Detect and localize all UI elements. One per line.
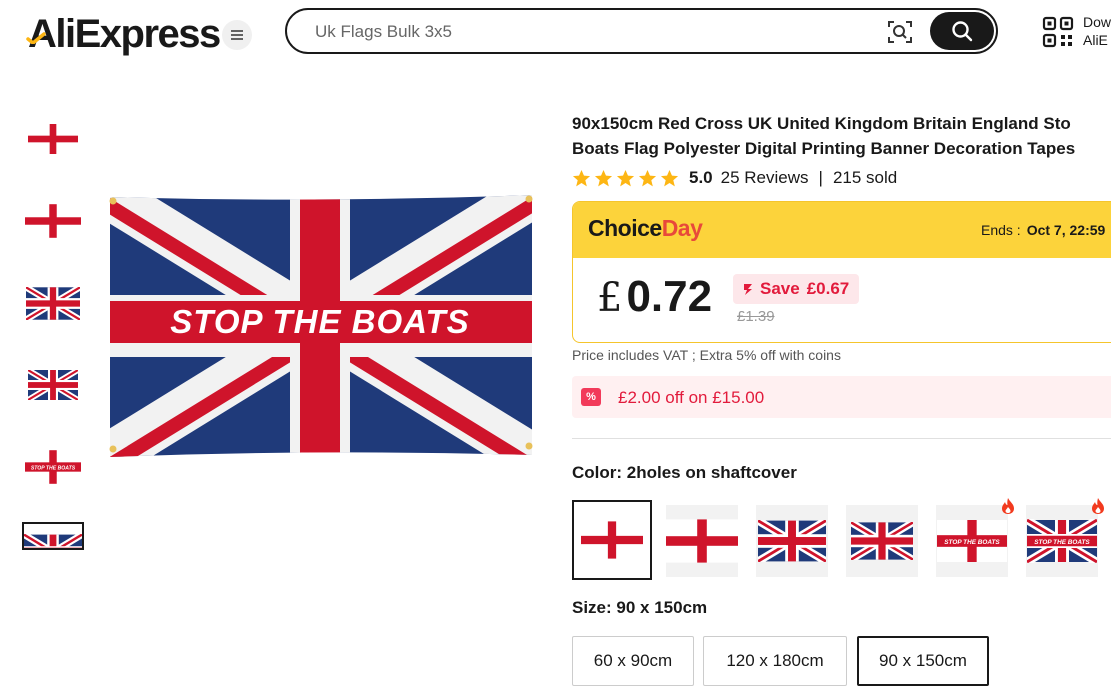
star-rating xyxy=(572,169,679,188)
sale-end-time: Ends : Oct 7, 22:59 xyxy=(981,222,1105,238)
ends-value: Oct 7, 22:59 xyxy=(1026,222,1106,238)
thumbnail-6-selected[interactable] xyxy=(22,522,84,550)
stop-the-boats-england-flag-icon xyxy=(937,520,1007,562)
title-line-2: Boats Flag Polyester Digital Printing Ba… xyxy=(572,139,1076,158)
coupon-icon: % xyxy=(581,388,601,406)
save-label: Save xyxy=(760,279,800,298)
camera-scan-icon xyxy=(888,21,912,43)
england-flag-icon xyxy=(25,204,81,238)
coupon-text: £2.00 off on £15.00 xyxy=(618,388,765,407)
currency-symbol: £ xyxy=(597,275,623,321)
logo-text: AliExpress xyxy=(28,12,221,56)
search-icon xyxy=(952,21,973,42)
vat-note: Price includes VAT ; Extra 5% off with c… xyxy=(572,347,841,363)
england-flag-icon xyxy=(666,519,738,563)
hot-fire-icon xyxy=(1090,497,1106,515)
down-arrow-icon xyxy=(744,284,752,295)
choice-logo-day: Day xyxy=(661,215,703,241)
rating-value: 5.0 xyxy=(689,168,713,187)
divider xyxy=(572,438,1111,439)
original-price: £1.39 xyxy=(737,308,775,325)
save-amount: £0.67 xyxy=(806,279,850,298)
star-icon xyxy=(660,169,679,188)
stop-the-boats-union-jack-icon xyxy=(24,534,82,550)
color-option-stop-boats-england[interactable] xyxy=(936,505,1008,577)
choice-logo-choice: Choice xyxy=(588,215,662,241)
stop-the-boats-england-flag-icon xyxy=(25,450,81,484)
union-jack-icon xyxy=(28,370,78,400)
star-icon xyxy=(616,169,635,188)
choice-day-logo: ChoiceDay xyxy=(588,215,703,242)
image-search-button[interactable] xyxy=(887,19,913,45)
coupon-banner[interactable]: % £2.00 off on £15.00 xyxy=(572,376,1111,418)
hamburger-icon xyxy=(231,30,243,40)
product-title: 90x150cm Red Cross UK United Kingdom Bri… xyxy=(572,111,1111,161)
download-text-line2: AliE xyxy=(1083,32,1108,48)
union-jack-icon xyxy=(851,522,913,560)
menu-button[interactable] xyxy=(222,20,252,50)
qr-code-icon[interactable] xyxy=(1042,16,1074,48)
color-label: Color: 2holes on shaftcover xyxy=(572,463,797,482)
star-icon xyxy=(572,169,591,188)
color-option-england-selected[interactable] xyxy=(572,500,652,580)
search-input[interactable] xyxy=(315,20,855,44)
union-jack-icon xyxy=(758,520,826,562)
choice-day-price-box: ChoiceDay Ends : Oct 7, 22:59 £0.72 Save … xyxy=(572,201,1111,343)
separator: | xyxy=(818,168,823,187)
ends-label: Ends : xyxy=(981,222,1021,238)
union-jack-icon xyxy=(26,287,80,320)
title-line-1: 90x150cm Red Cross UK United Kingdom Bri… xyxy=(572,114,1071,133)
size-option-120x180[interactable]: 120 x 180cm xyxy=(703,636,847,686)
logo-check-icon xyxy=(26,32,46,44)
rating-row: 5.0 25 Reviews | 215 sold xyxy=(572,167,897,189)
thumbnail-4[interactable] xyxy=(22,354,84,416)
stop-the-boats-union-jack-icon xyxy=(1027,519,1097,563)
download-app-link[interactable]: Dow AliE xyxy=(1083,13,1111,49)
color-option-england[interactable] xyxy=(666,505,738,577)
size-label: Size: 90 x 150cm xyxy=(572,598,708,617)
color-option-stop-boats-union-jack[interactable] xyxy=(1026,505,1098,577)
search-bar xyxy=(285,8,998,54)
color-option-union-jack-2[interactable] xyxy=(846,505,918,577)
main-product-image[interactable]: STOP THE BOATS xyxy=(104,193,536,459)
england-flag-icon xyxy=(581,521,643,559)
color-option-union-jack[interactable] xyxy=(756,505,828,577)
sold-count: 215 sold xyxy=(832,168,898,187)
star-icon xyxy=(638,169,657,188)
aliexpress-logo[interactable]: AliExpress xyxy=(26,12,221,57)
price-value: 0.72 xyxy=(626,272,713,321)
save-badge: Save £0.67 xyxy=(733,274,860,304)
choice-day-header: ChoiceDay Ends : Oct 7, 22:59 xyxy=(573,202,1111,258)
main-banner-text: STOP THE BOATS xyxy=(170,303,469,340)
thumbnail-3[interactable] xyxy=(22,272,84,334)
star-icon xyxy=(594,169,613,188)
reviews-link[interactable]: 25 Reviews xyxy=(721,168,809,188)
size-option-90x150-selected[interactable]: 90 x 150cm xyxy=(857,636,989,686)
england-flag-icon xyxy=(28,124,78,154)
search-button[interactable] xyxy=(930,12,994,50)
thumbnail-5[interactable] xyxy=(22,436,84,498)
download-text-line1: Dow xyxy=(1083,14,1111,30)
thumbnail-2[interactable] xyxy=(22,190,84,252)
thumbnail-1[interactable] xyxy=(22,108,84,170)
current-price: £0.72 xyxy=(597,272,712,322)
hot-fire-icon xyxy=(1000,497,1016,515)
size-option-60x90[interactable]: 60 x 90cm xyxy=(572,636,694,686)
